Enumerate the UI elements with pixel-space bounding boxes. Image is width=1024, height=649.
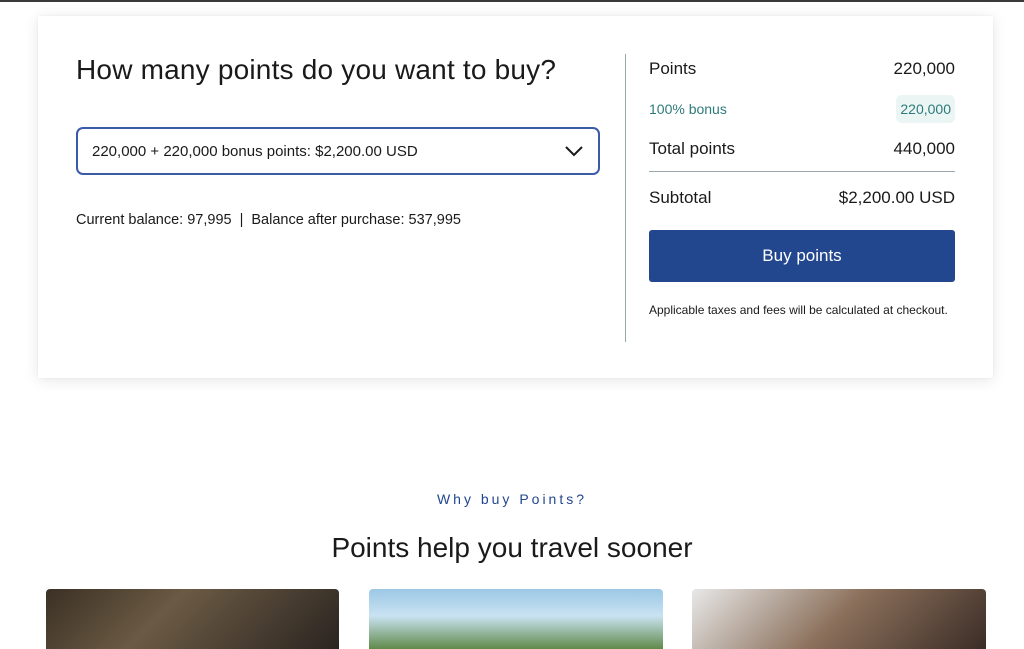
- summary-bonus-row: 100% bonus 220,000: [649, 94, 955, 124]
- section-title: Points help you travel sooner: [331, 532, 693, 563]
- vertical-divider: [625, 54, 626, 342]
- purchase-card: How many points do you want to buy? 220,…: [38, 16, 993, 378]
- current-balance: Current balance: 97,995: [76, 212, 232, 228]
- section-eyebrow: Why buy Points?: [436, 491, 588, 507]
- summary-divider: [649, 171, 955, 172]
- order-summary: Points 220,000 100% bonus 220,000 Total …: [649, 54, 955, 320]
- chevron-down-icon: [564, 144, 584, 158]
- benefit-image-beach[interactable]: [369, 589, 663, 649]
- bonus-label: 100% bonus: [649, 101, 727, 117]
- select-value: 220,000 + 220,000 bonus points: $2,200.0…: [92, 142, 418, 160]
- taxes-note: Applicable taxes and fees will be calcul…: [649, 303, 948, 317]
- points-amount-select[interactable]: 220,000 + 220,000 bonus points: $2,200.0…: [76, 127, 600, 175]
- balance-separator: |: [239, 212, 244, 228]
- balance-info: Current balance: 97,995 | Balance after pu…: [76, 212, 461, 228]
- buy-points-button[interactable]: Buy points: [649, 230, 955, 282]
- top-border: [0, 0, 1024, 2]
- benefit-image-dining[interactable]: [692, 589, 986, 649]
- page-title: How many points do you want to buy?: [76, 54, 557, 85]
- summary-total-row: Total points 440,000: [649, 134, 955, 164]
- total-points-value: 440,000: [893, 139, 955, 158]
- summary-points-row: Points 220,000: [649, 54, 955, 84]
- subtotal-value: $2,200.00 USD: [838, 188, 955, 207]
- benefit-image-hotel-lobby[interactable]: [46, 589, 339, 649]
- subtotal-label: Subtotal: [649, 188, 712, 207]
- balance-after-purchase: Balance after purchase: 537,995: [251, 212, 461, 228]
- points-value: 220,000: [893, 59, 955, 78]
- bonus-value-badge: 220,000: [896, 95, 955, 123]
- total-points-label: Total points: [649, 139, 735, 158]
- points-label: Points: [649, 59, 697, 78]
- summary-subtotal-row: Subtotal $2,200.00 USD: [649, 183, 955, 213]
